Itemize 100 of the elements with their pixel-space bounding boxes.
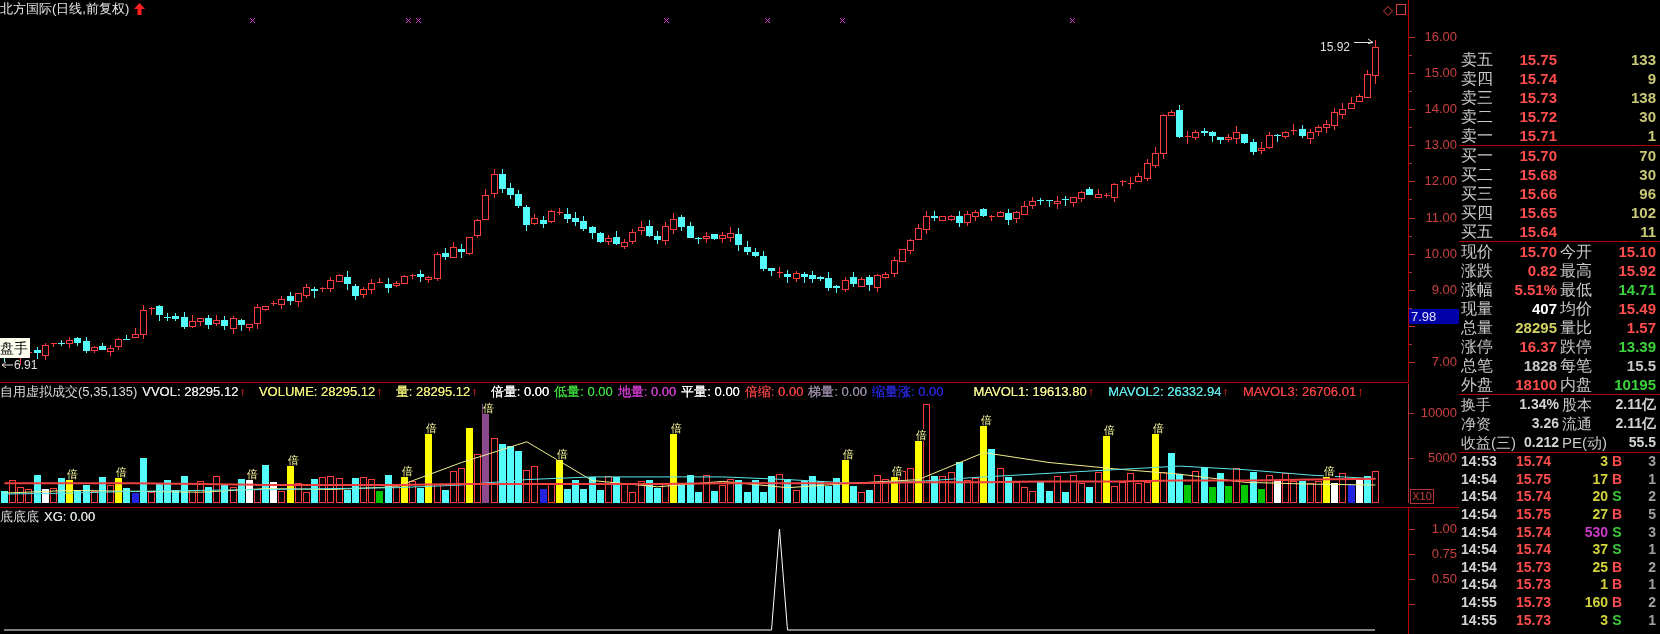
axis-label: 10000 xyxy=(1420,405,1457,421)
tick-time: 14:54 xyxy=(1461,470,1498,488)
tick-time: 14:54 xyxy=(1461,541,1498,559)
bid-price: 15.70 xyxy=(1518,146,1557,165)
volume-marker: 倍 xyxy=(66,468,78,480)
ask-label: 卖二 xyxy=(1461,107,1494,126)
indicator-reading: 梯量: 0.00 xyxy=(808,384,867,400)
indicator-reading: 平量: 0.00 xyxy=(681,384,740,400)
quote-value: 407 xyxy=(1530,299,1557,318)
cross-mark-icon xyxy=(663,17,670,24)
tick-time: 14:54 xyxy=(1461,523,1498,541)
tick-count: 2 xyxy=(1647,594,1656,612)
quote-value: 18100 xyxy=(1514,375,1557,394)
indicator-reading: 倍缩: 0.00 xyxy=(744,384,804,400)
quote-value: 5.51% xyxy=(1513,280,1557,299)
tick-side: B xyxy=(1610,453,1624,471)
fundamental-label: 净资 xyxy=(1461,414,1492,433)
fundamental-label: 换手 xyxy=(1461,395,1492,414)
quote-value: 0.82 xyxy=(1526,261,1557,280)
volume-marker: 倍 xyxy=(246,468,258,480)
bid-label: 买三 xyxy=(1461,184,1494,203)
volume-marker: 倍 xyxy=(482,402,494,414)
indicator-reading: MAVOL3: 26706.01 xyxy=(1242,384,1357,400)
fundamental-value: 55.5 xyxy=(1627,433,1656,452)
fundamental-value: 1.34% xyxy=(1518,395,1559,414)
bid-volume: 11 xyxy=(1639,222,1656,241)
tick-volume: 27 xyxy=(1591,506,1608,524)
indicator-reading: 倍量: 0.00 xyxy=(490,384,550,400)
quote-label: 现量 xyxy=(1461,299,1494,318)
volume-marker: 倍 xyxy=(115,466,127,478)
tick-price: 15.75 xyxy=(1516,506,1553,524)
tick-count: 1 xyxy=(1647,576,1656,594)
tick-price: 15.73 xyxy=(1516,576,1553,594)
tick-count: 1 xyxy=(1647,541,1656,559)
tick-time: 14:54 xyxy=(1461,558,1498,576)
quote-label: 总笔 xyxy=(1461,356,1494,375)
up-arrow-icon: ↑ xyxy=(1222,384,1229,400)
tick-side: S xyxy=(1611,541,1623,559)
scale-button[interactable]: X10 xyxy=(1410,489,1434,504)
bid-volume: 30 xyxy=(1638,165,1656,184)
tick-side: B xyxy=(1610,594,1624,612)
tick-price: 15.73 xyxy=(1516,594,1553,612)
up-arrow-icon[interactable] xyxy=(134,2,146,15)
indicator-reading: XG: 0.00 xyxy=(44,509,96,525)
quote-label: 现价 xyxy=(1461,242,1494,261)
indicator-reading: VVOL: 28295.12 xyxy=(142,384,239,400)
cross-mark-icon xyxy=(249,17,256,24)
quote-label: 涨幅 xyxy=(1461,280,1494,299)
axis-label: 9.00 xyxy=(1431,282,1457,298)
bid-price: 15.64 xyxy=(1518,222,1557,241)
quote-value: 13.39 xyxy=(1617,337,1656,356)
quote-label: 量比 xyxy=(1559,318,1593,337)
bid-volume: 96 xyxy=(1638,184,1656,203)
quote-label: 总量 xyxy=(1461,318,1494,337)
tick-time: 14:54 xyxy=(1461,488,1498,506)
ask-price: 15.74 xyxy=(1518,69,1557,88)
ask-volume: 1 xyxy=(1646,126,1656,145)
quote-value: 15.5 xyxy=(1625,356,1656,375)
bid-volume: 70 xyxy=(1638,146,1656,165)
tick-volume: 3 xyxy=(1599,611,1608,629)
axis-label: 1.00 xyxy=(1431,521,1457,537)
indicator-reading: MAVOL1: 19613.80 xyxy=(973,384,1087,400)
pointer-arrow-icon xyxy=(1,361,13,369)
tick-price: 15.75 xyxy=(1516,470,1553,488)
volume-marker: 倍 xyxy=(980,414,992,426)
volume-marker: 倍 xyxy=(1103,424,1115,436)
tick-count: 5 xyxy=(1647,506,1656,524)
tick-side: S xyxy=(1611,488,1623,506)
tick-side: S xyxy=(1611,523,1623,541)
tick-volume: 3 xyxy=(1599,453,1608,471)
quote-label: 均价 xyxy=(1559,299,1593,318)
axis-label: 10.00 xyxy=(1424,246,1457,262)
indicator-reading: 量: 28295.12 xyxy=(395,384,471,400)
tick-price: 15.73 xyxy=(1516,558,1553,576)
ask-label: 卖三 xyxy=(1461,88,1494,107)
quote-value: 15.49 xyxy=(1617,299,1656,318)
up-arrow-icon: ↑ xyxy=(471,384,478,400)
tick-side: B xyxy=(1610,558,1624,576)
quote-label: 跌停 xyxy=(1559,337,1593,356)
ask-price: 15.73 xyxy=(1518,88,1557,107)
quote-label: 涨跌 xyxy=(1461,261,1494,280)
indicator-reading: 地量: 0.00 xyxy=(617,384,677,400)
axis-label: 0.75 xyxy=(1431,546,1457,562)
bid-label: 买二 xyxy=(1461,165,1494,184)
up-arrow-icon: ↑ xyxy=(376,384,383,400)
tick-side: B xyxy=(1610,576,1624,594)
tick-side: S xyxy=(1611,611,1623,629)
cross-mark-icon xyxy=(764,17,771,24)
ask-price: 15.75 xyxy=(1518,50,1557,69)
bid-volume: 102 xyxy=(1629,203,1656,222)
ask-volume: 133 xyxy=(1629,50,1656,69)
tick-volume: 530 xyxy=(1583,523,1608,541)
quote-value: 10195 xyxy=(1613,375,1656,394)
cross-mark-icon xyxy=(1069,17,1076,24)
tick-price: 15.74 xyxy=(1516,541,1553,559)
square-icon[interactable] xyxy=(1396,4,1406,15)
quote-value: 28295 xyxy=(1514,318,1557,337)
fundamental-label: 股本 xyxy=(1561,395,1593,414)
quote-value: 14.71 xyxy=(1617,280,1656,299)
ask-price: 15.71 xyxy=(1518,126,1557,145)
